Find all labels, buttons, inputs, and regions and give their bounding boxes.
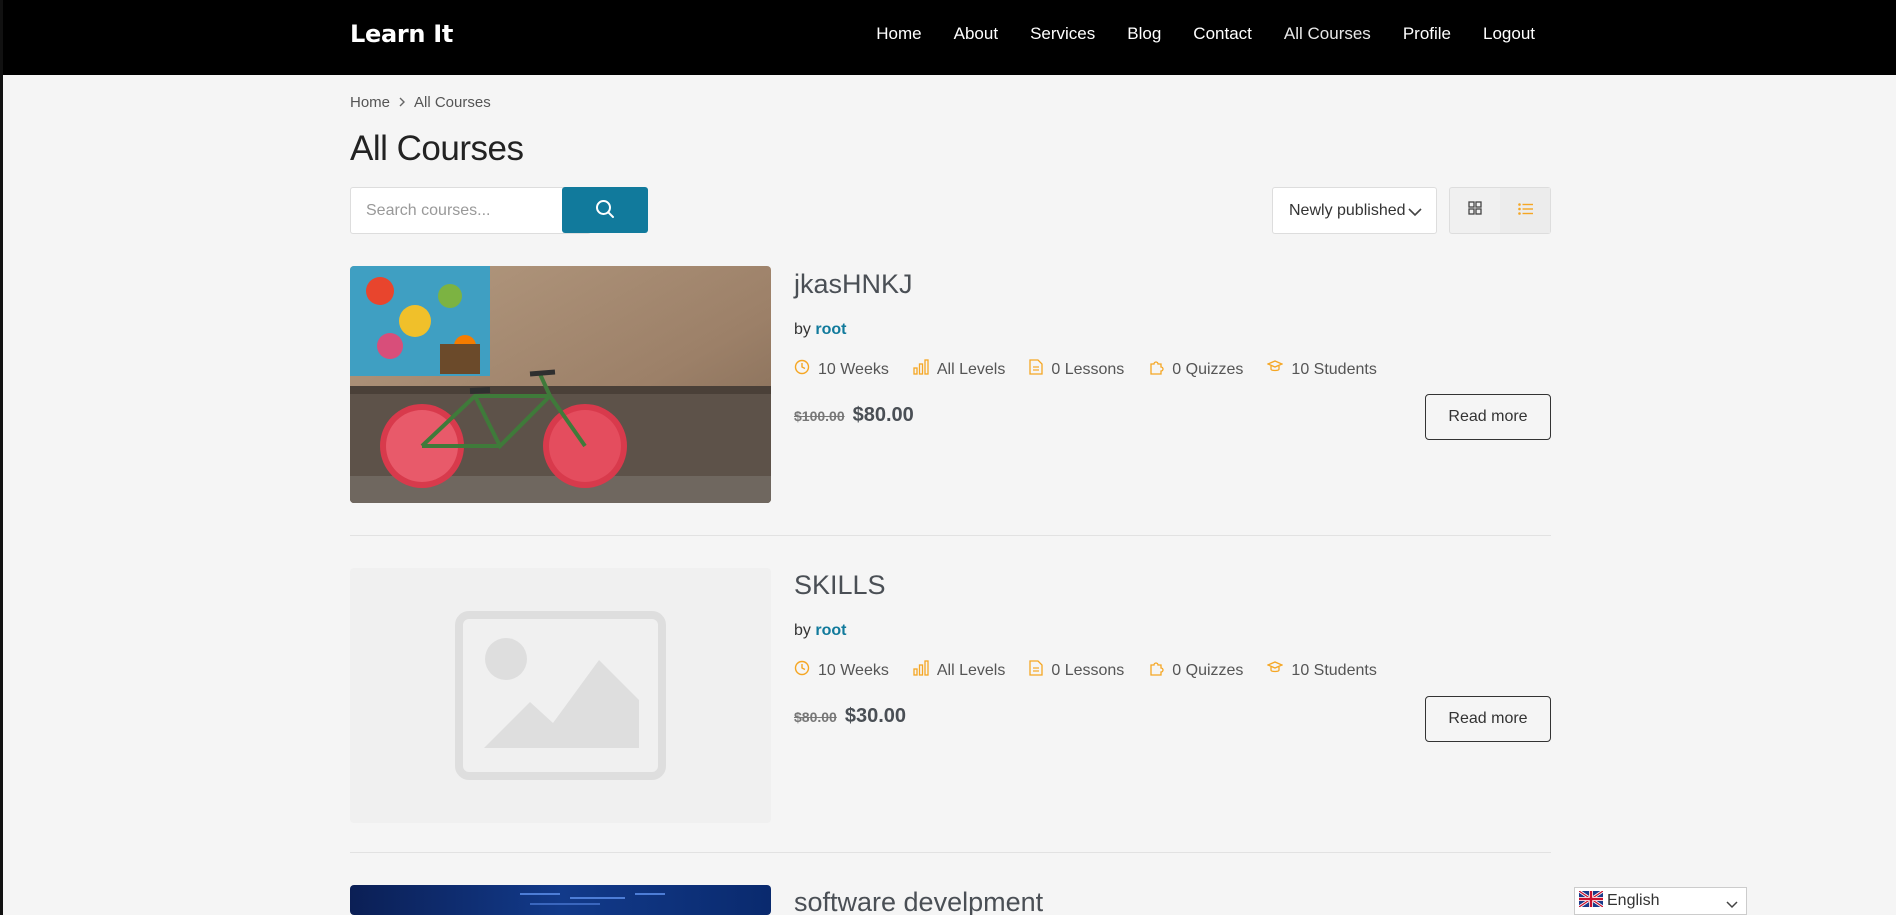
clock-icon	[794, 660, 810, 681]
meta-level: All Levels	[913, 660, 1005, 681]
placeholder-image-icon	[455, 611, 666, 780]
list-icon	[1517, 202, 1533, 220]
meta-duration: 10 Weeks	[794, 359, 889, 380]
course-card: software develpment	[350, 885, 1551, 915]
course-thumbnail[interactable]	[350, 885, 771, 915]
divider	[350, 852, 1551, 853]
meta-quizzes: 0 Quizzes	[1148, 660, 1243, 681]
document-icon	[1029, 660, 1043, 681]
course-thumbnail[interactable]	[350, 266, 771, 503]
nav-logout[interactable]: Logout	[1483, 24, 1535, 44]
course-meta: 10 Weeks All Levels 0 Lessons 0 Quizzes …	[794, 359, 1377, 380]
course-title[interactable]: SKILLS	[794, 570, 886, 601]
breadcrumb: Home All Courses	[350, 94, 491, 111]
main-nav: Home About Services Blog Contact All Cou…	[876, 24, 1535, 44]
sale-price: $80.00	[852, 404, 914, 426]
page-title: All Courses	[350, 129, 524, 168]
site-logo[interactable]: Learn It	[350, 20, 453, 48]
byline-prefix: by	[794, 321, 811, 338]
document-icon	[1029, 359, 1043, 380]
bar-chart-icon	[913, 359, 929, 380]
breadcrumb-home[interactable]: Home	[350, 94, 390, 111]
puzzle-icon	[1148, 359, 1164, 380]
graduation-cap-icon	[1266, 660, 1285, 681]
meta-level: All Levels	[913, 359, 1005, 380]
nav-services[interactable]: Services	[1030, 24, 1095, 44]
nav-home[interactable]: Home	[876, 24, 921, 44]
byline-prefix: by	[794, 622, 811, 639]
language-switcher[interactable]: English	[1574, 887, 1747, 915]
search-icon	[595, 199, 615, 222]
breadcrumb-current: All Courses	[414, 94, 491, 111]
search-input[interactable]	[350, 187, 591, 234]
clock-icon	[794, 359, 810, 380]
sort-selected-value: Newly published	[1289, 201, 1406, 219]
chevron-right-icon	[398, 95, 406, 110]
chevron-down-icon	[1408, 204, 1422, 222]
original-price: $100.00	[794, 408, 845, 424]
search-button[interactable]	[562, 187, 648, 233]
course-meta: 10 Weeks All Levels 0 Lessons 0 Quizzes …	[794, 660, 1377, 681]
top-navigation-bar: Learn It Home About Services Blog Contac…	[0, 0, 1896, 75]
course-byline: by root	[794, 622, 846, 640]
course-price: $80.00 $30.00	[794, 705, 906, 728]
meta-lessons: 0 Lessons	[1029, 660, 1124, 681]
bicycle-photo	[350, 266, 771, 503]
window-edge	[0, 0, 3, 915]
meta-lessons: 0 Lessons	[1029, 359, 1124, 380]
language-label: English	[1607, 892, 1660, 909]
meta-quizzes: 0 Quizzes	[1148, 359, 1243, 380]
grid-icon	[1468, 201, 1482, 220]
course-byline: by root	[794, 321, 846, 339]
course-card: SKILLS by root 10 Weeks All Levels 0 Les…	[350, 568, 1551, 853]
course-title[interactable]: software develpment	[794, 887, 1043, 915]
nav-blog[interactable]: Blog	[1127, 24, 1161, 44]
bar-chart-icon	[913, 660, 929, 681]
graduation-cap-icon	[1266, 359, 1285, 380]
course-card: jkasHNKJ by root 10 Weeks All Levels 0 L…	[350, 266, 1551, 536]
nav-about[interactable]: About	[954, 24, 998, 44]
nav-all-courses[interactable]: All Courses	[1284, 24, 1371, 44]
puzzle-icon	[1148, 660, 1164, 681]
divider	[350, 535, 1551, 536]
uk-flag-icon	[1578, 889, 1604, 912]
meta-students: 10 Students	[1266, 660, 1377, 681]
sale-price: $30.00	[844, 705, 906, 727]
view-toggle	[1449, 187, 1551, 234]
course-thumbnail[interactable]	[350, 568, 771, 823]
chevron-down-icon	[1726, 896, 1738, 914]
list-view-button[interactable]	[1500, 188, 1550, 233]
code-screen-photo	[350, 885, 771, 915]
grid-view-button[interactable]	[1450, 188, 1500, 233]
read-more-button[interactable]: Read more	[1425, 394, 1551, 440]
author-link[interactable]: root	[815, 321, 846, 338]
read-more-button[interactable]: Read more	[1425, 696, 1551, 742]
nav-contact[interactable]: Contact	[1193, 24, 1252, 44]
nav-profile[interactable]: Profile	[1403, 24, 1451, 44]
course-title[interactable]: jkasHNKJ	[794, 269, 913, 300]
author-link[interactable]: root	[815, 622, 846, 639]
sort-select[interactable]: Newly published	[1272, 187, 1437, 234]
meta-duration: 10 Weeks	[794, 660, 889, 681]
course-price: $100.00 $80.00	[794, 404, 914, 427]
meta-students: 10 Students	[1266, 359, 1377, 380]
original-price: $80.00	[794, 709, 837, 725]
